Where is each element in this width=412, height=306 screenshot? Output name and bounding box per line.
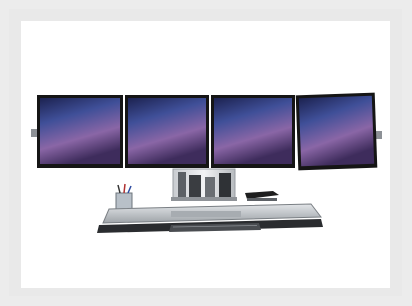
monitor-2 — [125, 95, 209, 168]
monitor-1 — [37, 95, 123, 168]
stapler — [245, 191, 279, 201]
workstation-illustration — [31, 92, 382, 233]
monitor-3 — [211, 95, 295, 168]
pen-holder — [115, 183, 133, 210]
central-stand — [171, 168, 237, 201]
right-mount-stub — [376, 131, 382, 139]
left-mount-stub — [31, 129, 37, 137]
monitor-4 — [295, 92, 378, 171]
product-image-card[interactable] — [21, 21, 390, 288]
